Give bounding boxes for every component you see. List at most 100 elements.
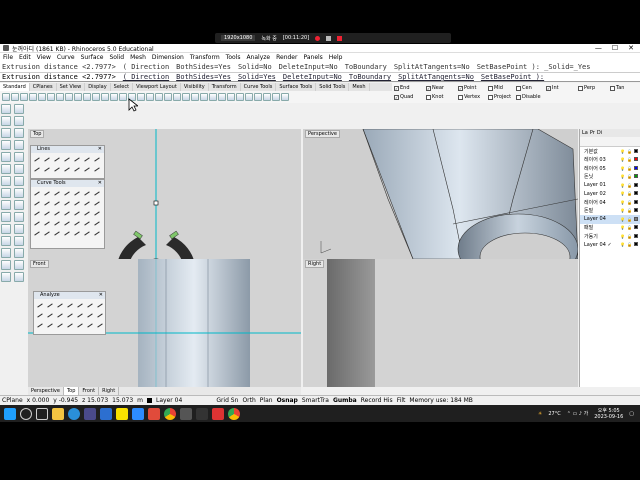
zoom-window-icon[interactable] [119, 93, 127, 101]
lightbulb-icon[interactable]: 💡 [620, 149, 625, 154]
tab-display[interactable]: Display [85, 83, 111, 91]
app-icon[interactable] [148, 407, 160, 420]
analyze-tool-icon[interactable] [46, 301, 54, 309]
analyze-tool-icon[interactable] [86, 321, 94, 329]
curve-tool-icon[interactable] [63, 219, 71, 227]
toggle-smarttrack[interactable]: SmartTra [302, 397, 329, 404]
sphere-icon[interactable] [14, 176, 24, 186]
layer-row[interactable]: 패밀 💡 🔓 [580, 224, 640, 233]
layer-color-swatch[interactable] [634, 182, 638, 187]
zoom-app-icon[interactable] [132, 407, 144, 420]
pan-icon[interactable] [92, 93, 100, 101]
osnap-end[interactable]: ✓ End [394, 85, 410, 91]
material-icon[interactable] [245, 93, 253, 101]
close-icon[interactable]: ✕ [98, 146, 104, 153]
osnap-point[interactable]: ✓ Point [458, 85, 476, 91]
layer-row[interactable]: 돈닛 💡 🔓 [580, 173, 640, 182]
analyze-tool-icon[interactable] [96, 311, 104, 319]
command-prompt[interactable]: Extrusion distance <2.7977> ( Direction … [0, 72, 640, 82]
analyze-tool-icon[interactable] [56, 321, 64, 329]
cut-icon[interactable] [47, 93, 55, 101]
layer-row[interactable]: 기본값 💡 🔓 [580, 147, 640, 156]
analyze-tool-icon[interactable] [46, 311, 54, 319]
toggle-gumball[interactable]: Gumba [333, 397, 357, 404]
layer-color-swatch[interactable] [634, 174, 638, 179]
layer-color-swatch[interactable] [634, 165, 638, 170]
point-icon[interactable] [14, 104, 24, 114]
stop-icon[interactable] [337, 35, 343, 41]
toggle-planar[interactable]: Plan [260, 397, 273, 404]
search-icon[interactable] [20, 407, 32, 420]
curve-tool-icon[interactable] [93, 229, 101, 237]
layer-row[interactable]: Layer 02 💡 🔓 [580, 190, 640, 199]
osnap-int[interactable]: ✓ Int [546, 85, 559, 91]
lock-icon[interactable]: 🔓 [627, 242, 632, 247]
ellipse-icon[interactable] [1, 140, 11, 150]
layer-color-swatch[interactable] [634, 233, 638, 238]
menu-render[interactable]: Render [276, 54, 297, 61]
analyze-tool-icon[interactable] [76, 321, 84, 329]
surface-icon[interactable] [1, 164, 11, 174]
dimension-icon[interactable] [1, 272, 11, 282]
toggle-grid-snap[interactable]: Grid Sn [216, 397, 238, 404]
store-icon[interactable] [84, 407, 96, 420]
status-layer-swatch[interactable] [147, 397, 153, 403]
minimize-button[interactable]: — [595, 44, 602, 52]
app-icon[interactable] [196, 407, 208, 420]
curve-tool-icon[interactable] [93, 199, 101, 207]
copy-object-icon[interactable] [14, 236, 24, 246]
layer-row[interactable]: Layer 04 ✓ 💡 🔓 [580, 241, 640, 250]
option-splitattangents[interactable]: SplitAtTangents=No [398, 73, 474, 81]
viewport-title-perspective[interactable]: Perspective [305, 130, 340, 138]
layer-color-swatch[interactable] [634, 208, 638, 213]
box-icon[interactable] [1, 176, 11, 186]
analyze-tool-icon[interactable] [56, 301, 64, 309]
explode-icon[interactable] [14, 224, 24, 234]
properties-icon[interactable] [209, 93, 217, 101]
lightbulb-icon[interactable]: 💡 [620, 225, 625, 230]
array-icon[interactable] [14, 260, 24, 270]
option-deleteinput[interactable]: DeleteInput=No [283, 73, 342, 81]
option-setbasepoint[interactable]: SetBasePoint ): [481, 73, 544, 81]
task-view-icon[interactable] [36, 407, 48, 420]
curve-tool-icon[interactable] [63, 189, 71, 197]
curve-tool-icon[interactable] [33, 189, 41, 197]
analyze-tool-icon[interactable] [86, 301, 94, 309]
tab-viewport-layout[interactable]: Viewport Layout [133, 83, 181, 91]
curve-tool-icon[interactable] [63, 209, 71, 217]
curve-tool-icon[interactable] [83, 189, 91, 197]
cylinder-icon[interactable] [1, 188, 11, 198]
tab-curve-tools[interactable]: Curve Tools [241, 83, 277, 91]
menu-edit[interactable]: Edit [19, 54, 31, 61]
lightbulb-icon[interactable]: 💡 [620, 183, 625, 188]
line-tool-icon[interactable] [43, 155, 51, 163]
weather-icon[interactable]: ☀ [538, 411, 542, 417]
tab-select[interactable]: Select [111, 83, 134, 91]
weather-temp[interactable]: 27°C [548, 411, 560, 417]
cplane-icon[interactable] [164, 93, 172, 101]
lightbulb-icon[interactable]: 💡 [620, 200, 625, 205]
layer-color-swatch[interactable] [634, 199, 638, 204]
curve-tool-icon[interactable] [73, 229, 81, 237]
analyze-tool-icon[interactable] [46, 321, 54, 329]
redo-icon[interactable] [83, 93, 91, 101]
analyze-tool-icon[interactable] [76, 311, 84, 319]
viewport-title-front[interactable]: Front [30, 260, 49, 268]
menu-view[interactable]: View [37, 54, 51, 61]
layer-color-swatch[interactable] [634, 242, 638, 247]
viewport-title-right[interactable]: Right [305, 260, 325, 268]
chrome-icon[interactable] [164, 407, 176, 420]
line-tool-icon[interactable] [63, 165, 71, 173]
toggle-osnap[interactable]: Osnap [277, 397, 298, 404]
line-tool-icon[interactable] [73, 165, 81, 173]
split-icon[interactable] [14, 212, 24, 222]
hide-icon[interactable] [182, 93, 190, 101]
tab-mesh[interactable]: Mesh [349, 83, 370, 91]
osnap-knot[interactable]: Knot [426, 94, 443, 100]
notification-icon[interactable]: ▢ [629, 411, 634, 417]
shaded-icon[interactable] [227, 93, 235, 101]
paste-icon[interactable] [65, 93, 73, 101]
vp-tab-top[interactable]: Top [63, 387, 80, 395]
analyze-tool-icon[interactable] [66, 321, 74, 329]
analyze-tool-icon[interactable] [86, 311, 94, 319]
